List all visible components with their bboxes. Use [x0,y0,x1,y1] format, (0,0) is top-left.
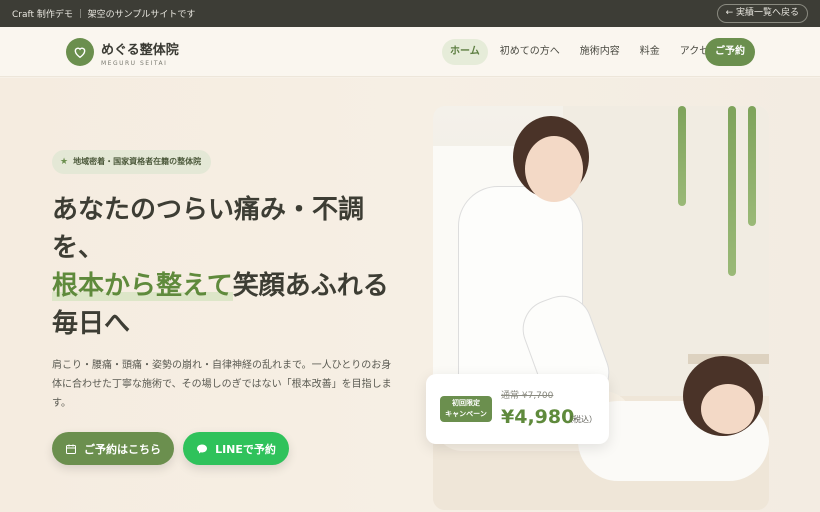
demo-notice: Craft 制作デモ ｜ 架空のサンプルサイトです [12,10,196,20]
nav-treatments[interactable]: 施術内容 [572,39,628,65]
headline-line-2: を、 [52,233,105,263]
demo-topbar: Craft 制作デモ ｜ 架空のサンプルサイトです ← 実績一覧へ戻る [0,0,820,27]
regular-price: 通常 ¥7,700 [501,391,554,401]
hero-lead: 肩こり・腰痛・頭痛・姿勢の崩れ・自律神経の乱れまで。一人ひとりのお身体に合わせた… [52,360,392,409]
heart-logo-icon[interactable] [66,38,94,66]
headline-line-3-rest: 笑顔あふれる [232,271,389,301]
campaign-tag-line-1: 初回限定 [452,399,480,407]
tax-note: （税込） [565,415,597,424]
hero-photo-treatment [433,106,769,510]
campaign-price: ¥4,980 [501,406,575,428]
hero-badge: ★ 地域密着・国家資格者在籍の整体院 [52,150,212,174]
hero-section: ★ 地域密着・国家資格者在籍の整体院 あなたのつらい痛み・不調 を、 根本から整… [0,78,820,512]
headline-line-1: あなたのつらい痛み・不調 [52,195,365,225]
back-to-works-button[interactable]: ← 実績一覧へ戻る [716,4,808,23]
headline-highlight: 根本から整えて [52,271,233,301]
campaign-tag-line-2: キャンペーン [445,410,487,418]
campaign-tag: 初回限定 キャンペーン [440,396,492,422]
hero-headline: あなたのつらい痛み・不調 を、 根本から整えて笑顔あふれる 毎日へ [52,191,402,343]
chat-bubble-icon [197,444,208,453]
calendar-icon [66,444,76,454]
campaign-price-card: 初回限定 キャンペーン 通常 ¥7,700 ¥4,980 （税込） [426,374,609,444]
nav-pricing[interactable]: 料金 [632,39,668,65]
line-reserve-button[interactable]: LINEで予約 [183,432,289,465]
header-reserve-button[interactable]: ご予約 [705,38,755,66]
logo-name[interactable]: めぐる整体院 [101,39,179,58]
nav-home[interactable]: ホーム [442,39,488,65]
headline-line-4: 毎日へ [52,309,131,339]
badge-label: 地域密着・国家資格者在籍の整体院 [73,157,202,166]
logo-subtitle: MEGURU SEITAI [101,60,168,67]
reserve-cta-button[interactable]: ご予約はこちら [52,432,174,465]
reserve-cta-label: ご予約はこちら [84,442,161,456]
star-icon: ★ [60,157,69,167]
site-header: めぐる整体院 MEGURU SEITAI ホーム 初めての方へ 施術内容 料金 … [0,27,820,77]
nav-first-time[interactable]: 初めての方へ [492,39,568,65]
main-nav: ホーム 初めての方へ 施術内容 料金 アクセス [442,39,727,65]
line-reserve-label: LINEで予約 [215,442,276,456]
